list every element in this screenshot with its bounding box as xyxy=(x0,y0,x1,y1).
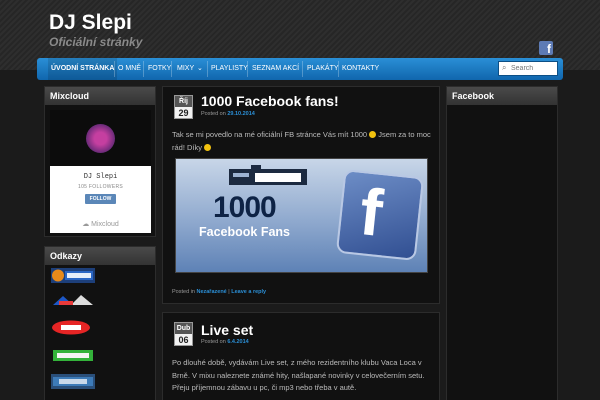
links-widget: Odkazy xyxy=(44,246,156,400)
link-logo-kacko[interactable] xyxy=(51,348,95,363)
post-meta: Posted on 6.4.2014 xyxy=(201,339,249,345)
nav-separator xyxy=(143,61,144,77)
post-title[interactable]: Live set xyxy=(201,322,253,338)
site-title[interactable]: DJ Slepi xyxy=(49,11,132,35)
mixcloud-card: DJ Slepi 105 FOLLOWERS FOLLOW ☁ Mixcloud xyxy=(50,110,151,233)
follow-button[interactable]: FOLLOW xyxy=(85,194,116,204)
facebook-fans-banner[interactable]: 1000 Facebook Fans f xyxy=(175,158,428,273)
footer-separator: | xyxy=(228,289,230,295)
link-logo-frekvence[interactable] xyxy=(51,268,95,283)
facebook-letter: f xyxy=(356,174,387,251)
post-title[interactable]: 1000 Facebook fans! xyxy=(201,93,339,109)
nav-separator xyxy=(207,61,208,77)
nav-item-uvod[interactable]: ÚVODNÍ STRÁNKA xyxy=(48,58,118,80)
post-meta: Posted on 29.10.2014 xyxy=(201,111,255,117)
category-link[interactable]: Nezařazené xyxy=(196,289,226,295)
posted-on-label: Posted on xyxy=(201,111,226,117)
smiley-icon xyxy=(369,131,377,138)
post-date-badge: Dub 06 xyxy=(174,322,193,346)
widget-title-facebook: Facebook xyxy=(447,87,557,105)
chevron-down-icon: ⌄ xyxy=(197,65,203,72)
nav-item-kontakty[interactable]: KONTAKTY xyxy=(342,58,379,80)
post-date-link[interactable]: 29.10.2014 xyxy=(227,111,255,117)
mixcloud-cover xyxy=(50,110,151,166)
post-body: Tak se mi povedlo na mé oficiální FB str… xyxy=(172,129,434,154)
banner-fans-count: 1000 xyxy=(213,191,277,224)
mixcloud-footer[interactable]: ☁ Mixcloud xyxy=(50,220,151,228)
leave-reply-link[interactable]: Leave a reply xyxy=(231,289,266,295)
main-nav: ÚVODNÍ STRÁNKA O MNĚ FOTKY MIXY ⌄ PLAYLI… xyxy=(37,58,563,80)
mixcloud-followers: 105 FOLLOWERS xyxy=(77,184,124,190)
mixcloud-user-name[interactable]: DJ Slepi xyxy=(50,173,151,181)
live-mix-logo xyxy=(229,165,307,185)
posted-on-label: Posted on xyxy=(201,339,226,345)
avatar[interactable] xyxy=(86,124,115,153)
post-day: 06 xyxy=(178,335,189,345)
link-logo-red[interactable] xyxy=(51,320,95,335)
banner-caption: Facebook Fans xyxy=(199,225,290,239)
mixcloud-widget: Mixcloud DJ Slepi 105 FOLLOWERS FOLLOW ☁… xyxy=(44,86,156,237)
search-icon: ⌕ xyxy=(502,63,507,72)
nav-item-playlisty[interactable]: PLAYLISTY xyxy=(211,58,248,80)
link-logo-dj-planet[interactable] xyxy=(51,293,95,308)
nav-separator xyxy=(114,61,115,77)
nav-separator xyxy=(302,61,303,77)
post-date-link[interactable]: 6.4.2014 xyxy=(227,339,248,345)
nav-item-plakaty[interactable]: PLAKÁTY xyxy=(307,58,339,80)
post-date-badge: Říj 29 xyxy=(174,95,193,119)
widget-title-odkazy: Odkazy xyxy=(45,247,155,265)
facebook-logo-icon: f xyxy=(335,169,425,261)
nav-item-fotky[interactable]: FOTKY xyxy=(148,58,171,80)
nav-separator xyxy=(171,61,172,77)
site-description: Oficiální stránky xyxy=(49,35,143,49)
post-text: Tak se mi povedlo na mé oficiální FB str… xyxy=(172,130,368,139)
nav-item-seznam-akci[interactable]: SEZNAM AKCÍ xyxy=(252,58,299,80)
post-month: Říj xyxy=(175,96,192,107)
nav-item-mixy[interactable]: MIXY xyxy=(177,58,194,80)
search-box: ⌕ xyxy=(498,61,558,76)
nav-item-o-mne[interactable]: O MNĚ xyxy=(118,58,141,80)
post-day: 29 xyxy=(178,108,189,118)
smiley-icon xyxy=(204,143,212,151)
cloud-icon: ☁ xyxy=(82,221,90,228)
mixcloud-footer-label: Mixcloud xyxy=(91,221,119,228)
link-logo-radio[interactable] xyxy=(51,374,95,389)
posted-in-label: Posted in xyxy=(172,289,195,295)
facebook-icon[interactable]: f xyxy=(539,41,553,55)
widget-title-mixcloud: Mixcloud xyxy=(45,87,155,105)
nav-separator xyxy=(338,61,339,77)
post-body: Po dlouhé době, vydávám Live set, z mého… xyxy=(172,358,425,392)
post-footer: Posted in Nezařazené | Leave a reply xyxy=(172,289,266,295)
nav-separator xyxy=(247,61,248,77)
post-month: Dub xyxy=(175,323,192,334)
facebook-widget: Facebook xyxy=(446,86,558,400)
search-input[interactable] xyxy=(511,63,556,74)
